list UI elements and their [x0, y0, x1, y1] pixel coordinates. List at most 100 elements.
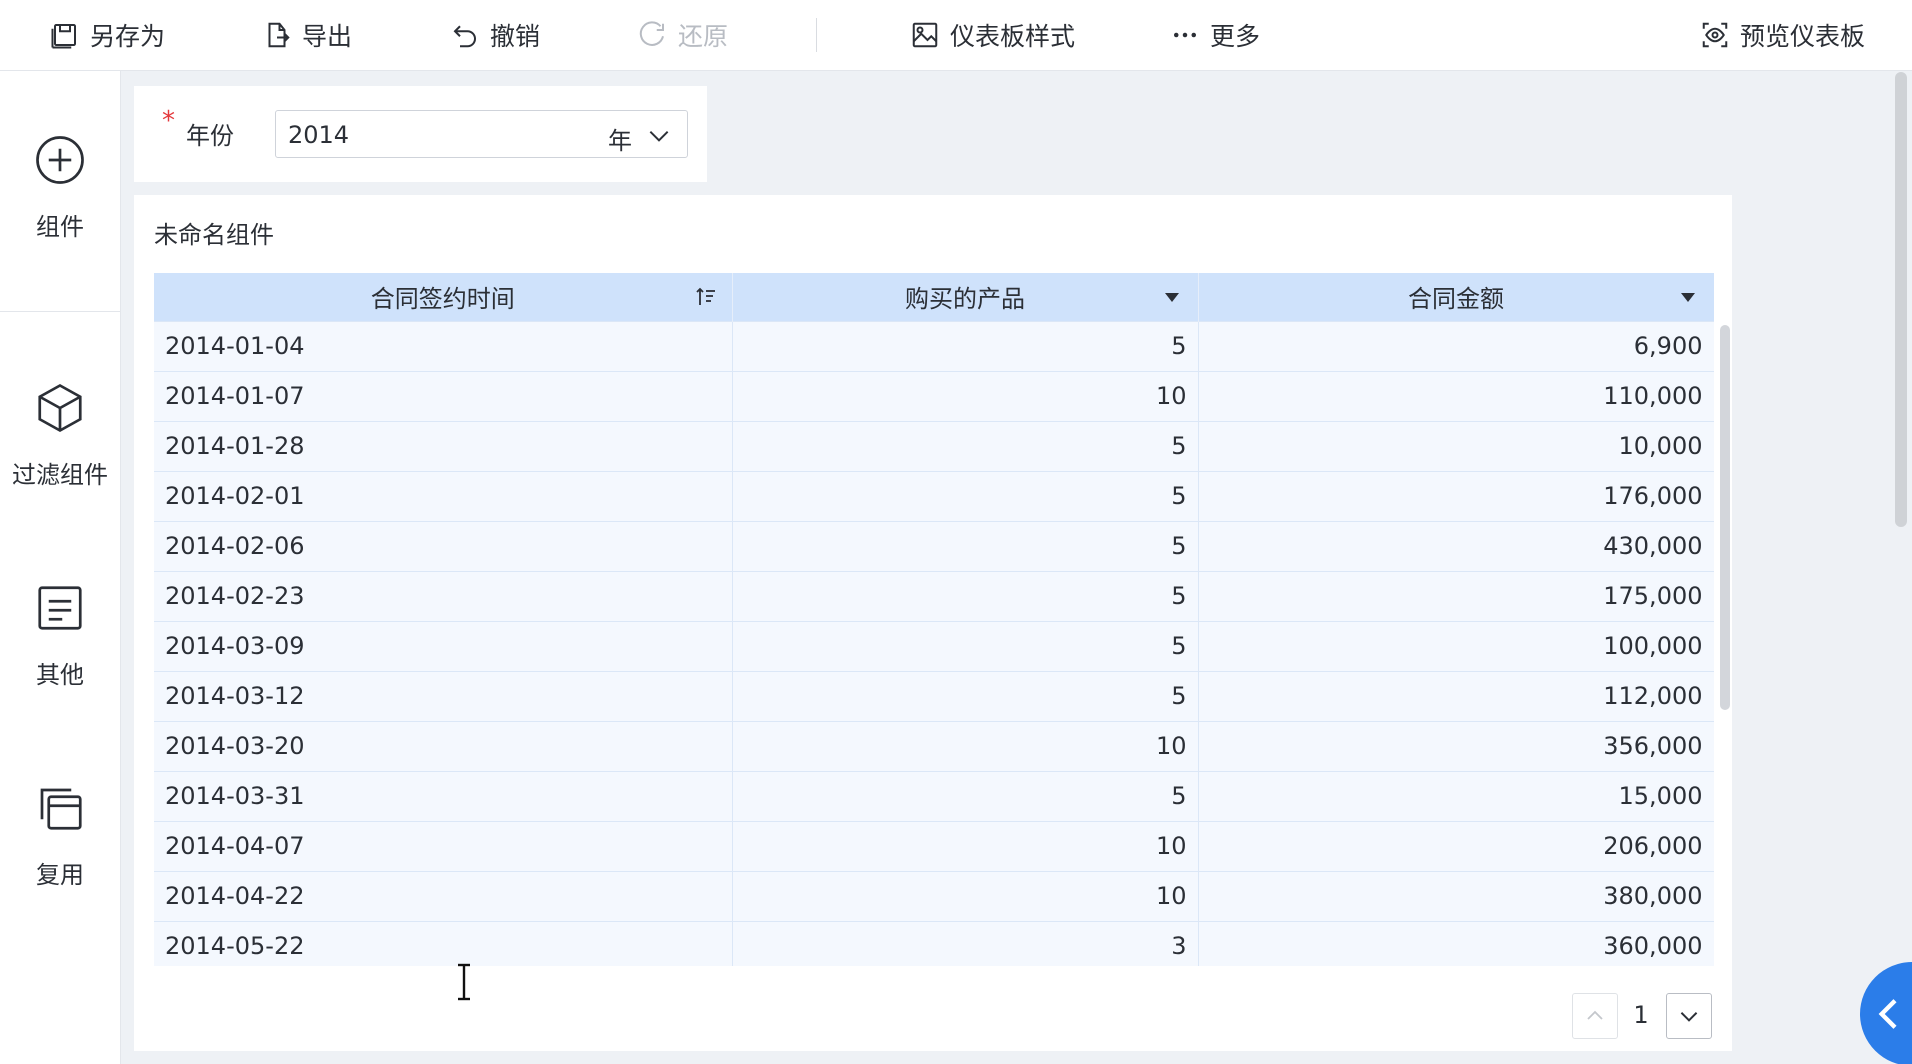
table-row: 2014-01-28 5 10,000	[154, 420, 1714, 471]
collapse-panel-button[interactable]	[1860, 962, 1912, 1064]
page-up-button[interactable]	[1572, 993, 1618, 1039]
palette-image-icon	[912, 22, 938, 48]
widget-title: 未命名组件	[154, 221, 274, 249]
save-as-button[interactable]: 另存为	[50, 14, 165, 56]
table-row: 2014-04-07 10 206,000	[154, 820, 1714, 871]
page-number: 1	[1633, 1001, 1649, 1029]
year-filter-label: 年份	[186, 122, 234, 150]
table-scrollbar[interactable]	[1720, 325, 1730, 710]
toolbar-divider	[816, 18, 817, 52]
cell-amount: 175,000	[1198, 570, 1714, 621]
more-dots-icon	[1174, 32, 1196, 38]
cell-amount: 356,000	[1198, 720, 1714, 771]
cell-product: 5	[732, 620, 1199, 671]
left-sidebar: 组件 过滤组件 其他 复用	[0, 71, 121, 1064]
column-header-label: 合同签约时间	[370, 285, 515, 314]
redo-label: 还原	[678, 22, 729, 51]
page-down-button[interactable]	[1666, 993, 1712, 1039]
cell-amount: 176,000	[1198, 470, 1714, 521]
column-header-product[interactable]: 购买的产品	[732, 273, 1199, 321]
cell-product: 10	[732, 720, 1199, 771]
cell-product: 5	[732, 470, 1199, 521]
chevron-down-icon	[1680, 1012, 1698, 1022]
sidebar-item-other[interactable]: 其他	[0, 581, 120, 690]
table-row: 2014-03-20 10 356,000	[154, 720, 1714, 771]
cell-amount: 430,000	[1198, 520, 1714, 571]
save-as-label: 另存为	[90, 22, 166, 51]
table-row: 2014-04-22 10 380,000	[154, 870, 1714, 921]
column-header-amount[interactable]: 合同金额	[1198, 273, 1714, 321]
top-toolbar: 另存为 导出 撤销 还原 仪表板样式 更多 预览仪表板	[0, 0, 1912, 71]
redo-button[interactable]: 还原	[638, 14, 728, 56]
dashboard-style-button[interactable]: 仪表板样式	[910, 14, 1075, 56]
cell-amount: 100,000	[1198, 620, 1714, 671]
cube-icon	[38, 383, 82, 433]
cell-date: 2014-01-04	[154, 320, 733, 371]
sidebar-item-reuse[interactable]: 复用	[0, 781, 120, 890]
sidebar-item-components[interactable]: 组件	[0, 133, 120, 242]
preview-dashboard-button[interactable]: 预览仪表板	[1700, 14, 1865, 56]
sidebar-label-reuse: 复用	[36, 861, 84, 889]
cell-product: 5	[732, 570, 1199, 621]
sidebar-item-filter-components[interactable]: 过滤组件	[0, 381, 120, 490]
cell-product: 10	[732, 370, 1199, 421]
table-row: 2014-02-06 5 430,000	[154, 520, 1714, 571]
table-widget: 未命名组件 合同签约时间 购买的产品 合同金额 2014-01-04 5 6,9…	[134, 195, 1732, 1051]
cell-product: 5	[732, 520, 1199, 571]
cell-amount: 112,000	[1198, 670, 1714, 721]
more-button[interactable]: 更多	[1170, 14, 1260, 56]
export-button[interactable]: 导出	[262, 14, 352, 56]
redo-icon	[639, 21, 664, 46]
required-mark: *	[162, 106, 175, 136]
cell-product: 5	[732, 770, 1199, 821]
cell-product: 5	[732, 320, 1199, 371]
sidebar-label-components: 组件	[36, 213, 84, 241]
export-label: 导出	[302, 22, 353, 51]
dropdown-triangle-icon[interactable]	[1676, 285, 1700, 309]
cell-product: 10	[732, 870, 1199, 921]
add-circle-icon	[36, 136, 84, 184]
column-header-label: 合同金额	[1408, 285, 1504, 314]
table-row: 2014-02-01 5 176,000	[154, 470, 1714, 521]
preview-eye-icon	[1702, 22, 1728, 48]
cell-date: 2014-04-07	[154, 820, 733, 871]
year-select[interactable]: 2014 年	[275, 110, 688, 158]
year-select-value: 2014	[288, 121, 350, 149]
page-scrollbar[interactable]	[1895, 72, 1907, 527]
data-table: 合同签约时间 购买的产品 合同金额 2014-01-04 5 6,900 201…	[154, 273, 1714, 966]
table-container: 合同签约时间 购买的产品 合同金额 2014-01-04 5 6,900 201…	[154, 273, 1714, 966]
cell-product: 3	[732, 920, 1199, 966]
column-header-label: 购买的产品	[905, 285, 1025, 314]
year-filter-panel: * 年份 2014 年	[134, 86, 707, 182]
sidebar-divider	[0, 311, 120, 312]
sidebar-label-filter-components: 过滤组件	[12, 461, 108, 489]
cell-date: 2014-01-28	[154, 420, 733, 471]
save-icon	[51, 24, 76, 49]
chevron-down-icon	[649, 130, 669, 142]
cell-date: 2014-03-09	[154, 620, 733, 671]
cell-product: 10	[732, 820, 1199, 871]
cell-amount: 380,000	[1198, 870, 1714, 921]
cell-amount: 15,000	[1198, 770, 1714, 821]
cell-date: 2014-04-22	[154, 870, 733, 921]
table-row: 2014-02-23 5 175,000	[154, 570, 1714, 621]
undo-icon	[453, 25, 476, 48]
table-row: 2014-03-31 5 15,000	[154, 770, 1714, 821]
table-row: 2014-03-09 5 100,000	[154, 620, 1714, 671]
sort-ascending-icon[interactable]	[694, 285, 718, 309]
chevron-left-icon	[1878, 999, 1897, 1029]
cell-amount: 10,000	[1198, 420, 1714, 471]
cell-date: 2014-03-12	[154, 670, 733, 721]
chevron-up-icon	[1587, 1010, 1603, 1020]
cell-product: 5	[732, 420, 1199, 471]
sidebar-label-other: 其他	[36, 661, 84, 689]
export-icon	[268, 22, 290, 48]
column-header-sign-date[interactable]: 合同签约时间	[154, 273, 733, 321]
cell-date: 2014-01-07	[154, 370, 733, 421]
cell-date: 2014-03-20	[154, 720, 733, 771]
undo-button[interactable]: 撤销	[450, 14, 540, 56]
dropdown-triangle-icon[interactable]	[1160, 285, 1184, 309]
text-cursor-icon	[458, 963, 470, 1001]
copy-icon	[40, 788, 82, 830]
table-row: 2014-01-07 10 110,000	[154, 370, 1714, 421]
